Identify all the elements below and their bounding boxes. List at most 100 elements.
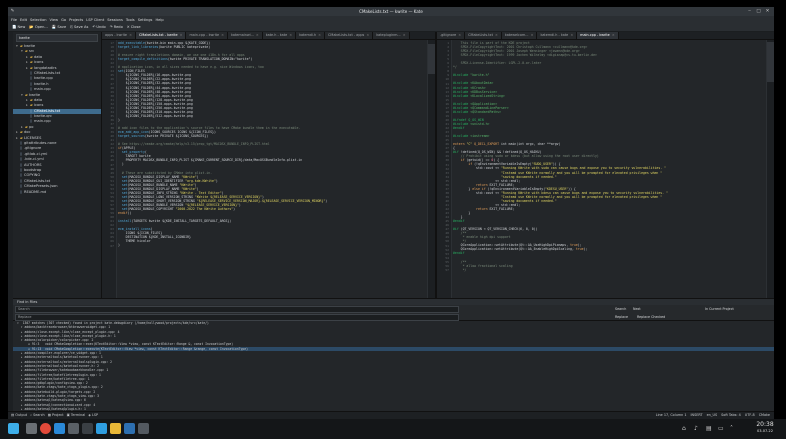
close-icon[interactable]: ✕: [765, 9, 770, 14]
tree-item-label: CMakePresets.json: [24, 184, 58, 189]
project-combo[interactable]: kwrite: [16, 34, 98, 42]
tree-item[interactable]: ▯ README.md: [13, 190, 101, 195]
editor-tab[interactable]: katemainwi... ×: [228, 32, 263, 39]
right-editor[interactable]: 1 2 3 4 5 6 7 8 9 10 11 12 13 14 15 16 17 18 19 20 21 22 23 24 2…: [437, 40, 774, 298]
search-button[interactable]: Search: [613, 307, 628, 312]
clock-date: 03.07.22: [756, 429, 773, 433]
tab-close-icon[interactable]: ×: [402, 33, 406, 37]
code-area[interactable]: add_executable(kwrite-bin main.cpp ${KAT…: [118, 41, 427, 247]
toolview-search-button[interactable]: ⌕ Search: [30, 412, 45, 419]
tab-close-icon[interactable]: ×: [611, 33, 615, 37]
clipboard-icon[interactable]: ▤: [706, 425, 712, 432]
menu-edit[interactable]: Edit: [20, 18, 27, 22]
network-icon[interactable]: ⌂: [682, 425, 686, 432]
app-icon[interactable]: [82, 423, 93, 434]
app-launcher-icon[interactable]: [8, 423, 19, 434]
menu-view[interactable]: View: [50, 18, 59, 22]
editor-tab[interactable]: katemdi.h - kate ×: [537, 32, 578, 39]
left-editor[interactable]: 17 18 19 20 21 22 23 24 25 26 27 28 29 30 31 32 33 34 35 36…: [102, 40, 435, 298]
status-item[interactable]: INSERT: [691, 413, 703, 417]
toolview-terminal-button[interactable]: ▣ Terminal: [67, 412, 86, 419]
maximize-icon[interactable]: □: [756, 9, 761, 14]
toolview-lsp-button[interactable]: ◈ LSP: [88, 412, 98, 419]
search-results[interactable]: ▾ 1307 matches (307 checked) found in pr…: [13, 321, 774, 412]
editor-tab[interactable]: kate.h - kate ×: [262, 32, 297, 39]
editor-tab[interactable]: main.cpp - kwrite ×: [186, 32, 228, 39]
toolbar-label: New: [17, 25, 26, 29]
toolbar-undo-button[interactable]: ↶Undo: [92, 25, 105, 29]
menu-selection[interactable]: Selection: [30, 18, 47, 22]
tab-close-icon[interactable]: ×: [569, 33, 573, 37]
code-token: "kwrite.h": [470, 73, 490, 78]
toolview-label: Terminal: [70, 413, 86, 417]
app-icon[interactable]: [96, 423, 107, 434]
status-item[interactable]: Line 17, Column 1: [656, 413, 687, 417]
replace-checked-button[interactable]: Replace Checked: [635, 315, 667, 320]
editor-tab[interactable]: main.cpp - kwrite ×: [577, 32, 619, 39]
toolbar-icon: ✕: [126, 25, 130, 29]
editor-tab[interactable]: katemdi.h ×: [296, 32, 326, 39]
tree-item-label: .gitlab-ci.yml: [24, 151, 48, 156]
tab-close-icon[interactable]: ×: [530, 33, 534, 37]
dolphin-icon[interactable]: [54, 423, 65, 434]
tray-expand-icon[interactable]: ˄: [730, 425, 733, 432]
scope-select[interactable]: In Current Project: [703, 307, 736, 312]
status-item[interactable]: UTF-8: [745, 413, 755, 417]
editor-tab[interactable]: CMakeLists.txt - apps ×: [325, 32, 374, 39]
menu-file[interactable]: File: [11, 18, 17, 22]
menu-projects[interactable]: Projects: [69, 18, 83, 22]
kate-task-icon[interactable]: [124, 423, 135, 434]
editor-tab[interactable]: CMakeLists.txt - kwrite ×: [135, 32, 187, 39]
minimap[interactable]: [766, 40, 774, 298]
terminal-icon[interactable]: [68, 423, 79, 434]
minimap[interactable]: [427, 40, 435, 298]
status-item[interactable]: CMake: [759, 413, 770, 417]
app-icon[interactable]: [110, 423, 121, 434]
tab-close-icon[interactable]: ×: [494, 33, 498, 37]
menu-tools[interactable]: Tools: [126, 18, 135, 22]
tree-item-label: gitattributes-none: [24, 141, 57, 146]
toolbar-open--button[interactable]: 📂Open...: [29, 25, 48, 29]
minimize-icon[interactable]: ‒: [747, 9, 752, 14]
toolbar-close-button[interactable]: ✕Close: [127, 25, 141, 29]
next-button[interactable]: Next: [631, 307, 643, 312]
tab-close-icon[interactable]: ×: [365, 33, 369, 37]
menu-help[interactable]: Help: [155, 18, 163, 22]
editor-tab[interactable]: apps - kwrite ×: [102, 32, 136, 39]
tab-close-icon[interactable]: ×: [255, 33, 259, 37]
menu-go[interactable]: Go: [61, 18, 66, 22]
tab-close-icon[interactable]: ×: [457, 33, 461, 37]
title-bar[interactable]: ✎ CMakeLists.txt — kwrite — Kate ‒ □ ✕: [8, 7, 774, 16]
volume-icon[interactable]: ♪: [694, 425, 698, 432]
battery-icon[interactable]: ▭: [718, 425, 724, 432]
tab-close-icon[interactable]: ×: [179, 33, 183, 37]
tab-close-icon[interactable]: ×: [220, 33, 224, 37]
tree-item-label: .kde-ci.yml: [24, 157, 44, 162]
editor-tab[interactable]: katepluginm... ×: [373, 32, 410, 39]
replace-input[interactable]: Replace: [15, 314, 459, 321]
toolbar-save-as-button[interactable]: ⎘Save As: [70, 25, 88, 29]
clock[interactable]: 20:38 03.07.22: [750, 421, 780, 434]
toolbar-save-button[interactable]: 💾Save: [52, 25, 66, 29]
toolbar-redo-button[interactable]: ↷Redo: [110, 25, 123, 29]
tab-close-icon[interactable]: ×: [128, 33, 132, 37]
editor-tab[interactable]: .gitignore ×: [437, 32, 466, 39]
replace-button[interactable]: Replace: [613, 315, 630, 320]
editor-tab[interactable]: CMakeLists.txt ×: [465, 32, 502, 39]
menu-settings[interactable]: Settings: [138, 18, 153, 22]
firefox-icon[interactable]: [40, 423, 51, 434]
menu-lsp-client[interactable]: LSP Client: [86, 18, 104, 22]
tab-close-icon[interactable]: ×: [317, 33, 321, 37]
toolbar-new-button[interactable]: 📄New: [12, 25, 25, 29]
app-icon[interactable]: [138, 423, 149, 434]
status-item[interactable]: en_US: [707, 413, 718, 417]
tab-close-icon[interactable]: ×: [288, 33, 292, 37]
search-input[interactable]: Search: [15, 306, 459, 313]
editor-tab[interactable]: katewelcom... ×: [501, 32, 538, 39]
code-area[interactable]: This file is part of the KDE project SPD…: [453, 41, 766, 272]
toolview-output-button[interactable]: ▤ Output: [11, 412, 27, 419]
toolview-project-button[interactable]: ▦ Project: [48, 412, 64, 419]
pager-icon[interactable]: [26, 423, 37, 434]
status-item[interactable]: Soft Tabs: 4: [721, 413, 741, 417]
menu-sessions[interactable]: Sessions: [107, 18, 123, 22]
